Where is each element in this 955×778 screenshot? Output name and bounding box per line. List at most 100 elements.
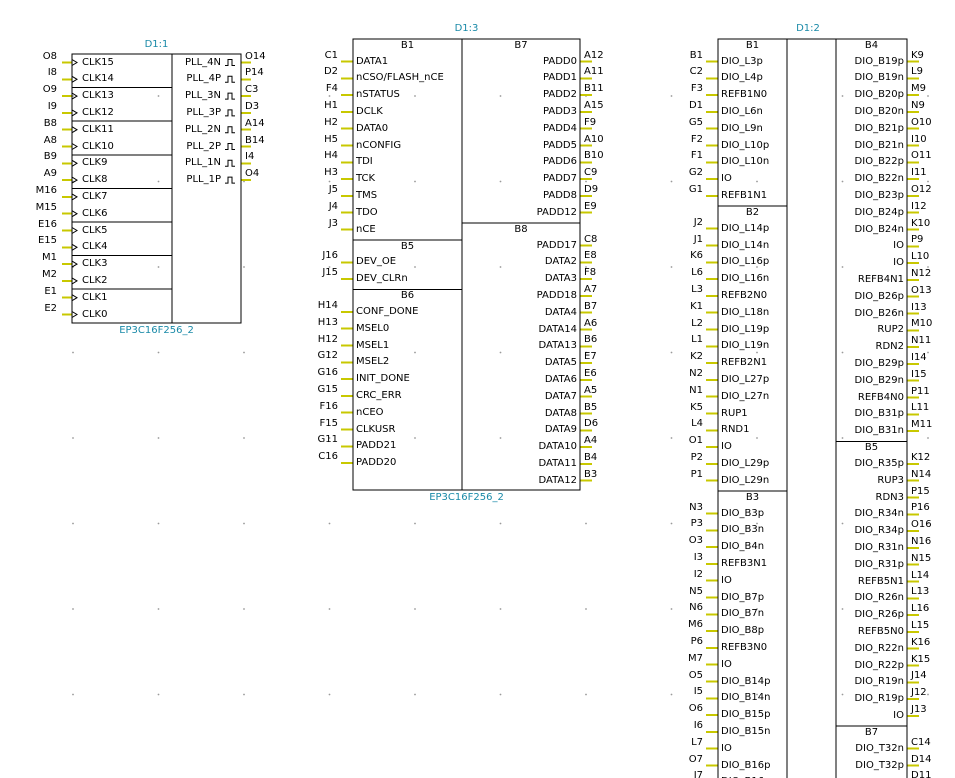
pin-name: DIO_B7n xyxy=(721,608,765,620)
pin-name: DIO_B21n xyxy=(854,139,904,151)
pin-name: DIO_L27p xyxy=(721,373,770,385)
clock-arrow-icon xyxy=(71,75,78,83)
grid-dot xyxy=(499,608,502,610)
pin-number: I10 xyxy=(911,133,927,145)
pin-name: DIO_B29n xyxy=(854,374,904,386)
clock-arrow-icon xyxy=(71,260,78,268)
pin-number: E2 xyxy=(44,302,57,314)
pin-name: DIO_L9n xyxy=(721,122,763,134)
pin-name: PLL_4N xyxy=(184,56,221,68)
pin-name: IO xyxy=(721,742,732,754)
pin-name: DATA10 xyxy=(538,441,578,453)
pin-name: DIO_L3p xyxy=(721,55,763,67)
pin-name: DIO_B26n xyxy=(854,307,904,319)
pin-number: L6 xyxy=(691,267,703,279)
pin-name: MSEL1 xyxy=(356,339,390,351)
grid-dot xyxy=(670,437,673,439)
pin-number: B3 xyxy=(584,468,598,480)
grid-dot xyxy=(72,608,74,610)
pin-name: DIO_L16n xyxy=(721,273,770,285)
pin-number: D6 xyxy=(584,418,599,430)
grid-dot xyxy=(243,693,245,696)
grid-dot xyxy=(499,437,502,439)
pin-name: DIO_B14n xyxy=(721,692,771,704)
grid-dot xyxy=(157,608,160,610)
pulse-icon xyxy=(225,126,235,134)
pin-number: E8 xyxy=(584,250,597,262)
pin-number: E1 xyxy=(44,285,57,297)
pin-name: DIO_B3n xyxy=(721,524,765,536)
pin-name: nCSO/FLASH_nCE xyxy=(356,72,444,84)
pulse-icon xyxy=(225,75,235,83)
pin-number: A15 xyxy=(584,99,604,111)
grid-dot xyxy=(841,608,844,610)
pin-name: DIO_B16p xyxy=(721,759,771,771)
grid-dot xyxy=(756,437,758,439)
pin-name: IO xyxy=(721,658,732,670)
pin-number: B1 xyxy=(689,49,703,61)
grid-dot xyxy=(927,95,929,97)
grid-dot xyxy=(841,266,844,268)
pin-name: DATA11 xyxy=(538,457,578,469)
grid-dot xyxy=(157,351,160,354)
pin-name: PADD17 xyxy=(536,239,577,251)
grid-dot xyxy=(72,522,74,525)
pin-number: I4 xyxy=(245,151,255,163)
pin-number: H3 xyxy=(324,167,338,179)
pin-number: J1 xyxy=(693,233,703,245)
pin-name: PADD6 xyxy=(543,156,577,168)
pin-number: N2 xyxy=(689,367,703,379)
pin-number: C9 xyxy=(584,167,598,179)
pin-number: A12 xyxy=(584,49,604,61)
pin-name: REFB2N1 xyxy=(721,357,768,369)
grid-dot xyxy=(157,693,160,696)
grid-dot xyxy=(157,266,160,268)
pin-number: K9 xyxy=(911,49,924,61)
grid-dot xyxy=(72,351,74,354)
schematic-canvas: D1:1 O8 CLK15 I8 CLK14 O9 CLK13 I9 CLK12 B8 CLK11 A… xyxy=(0,0,955,778)
pin-number: F1 xyxy=(690,150,703,162)
grid-dot xyxy=(414,180,416,183)
schematic-graphics xyxy=(62,38,929,778)
pin-number: C2 xyxy=(689,66,703,78)
clock-arrow-icon xyxy=(71,193,78,201)
grid-dot xyxy=(670,266,673,268)
grid-dot xyxy=(499,180,502,183)
pin-number: G1 xyxy=(688,183,703,195)
pin-number: I12 xyxy=(911,200,927,212)
pin-number: O12 xyxy=(911,183,932,195)
pin-number: C14 xyxy=(911,736,931,748)
pin-name: DIO_R19n xyxy=(854,676,904,688)
pin-number: L7 xyxy=(691,736,703,748)
grid-dot xyxy=(585,693,587,696)
pin-number: P15 xyxy=(911,485,930,497)
pin-number: L15 xyxy=(911,619,930,631)
pin-name: DIO_R31p xyxy=(854,558,904,570)
pin-name: DIO_B15p xyxy=(721,709,771,721)
pin-name: TDI xyxy=(356,156,373,168)
part-ref-label: D1:3 xyxy=(454,23,479,34)
pin-number: P16 xyxy=(911,502,930,514)
pin-name: PLL_2P xyxy=(186,140,221,152)
pin-number: G11 xyxy=(317,434,338,446)
pin-number: L9 xyxy=(911,66,923,78)
pin-number: O10 xyxy=(911,116,932,128)
pin-number: D14 xyxy=(911,753,932,765)
pin-name: DIO_B31p xyxy=(854,408,904,420)
pin-number: F4 xyxy=(325,83,338,95)
pin-number: H4 xyxy=(324,150,338,162)
pin-number: G2 xyxy=(688,167,703,179)
pin-number: M7 xyxy=(688,652,703,664)
pin-name: DATA1 xyxy=(356,55,389,67)
pin-name: DIO_T32p xyxy=(855,759,904,771)
pin-number: B4 xyxy=(584,451,598,463)
bank-label: B8 xyxy=(514,224,528,235)
pin-number: K1 xyxy=(690,300,703,312)
pin-number: B5 xyxy=(584,401,598,413)
pin-number: I6 xyxy=(693,719,703,731)
grid-dot xyxy=(243,437,245,439)
pin-number: L11 xyxy=(911,402,930,414)
clock-arrow-icon xyxy=(71,277,78,285)
pin-name: nCEO xyxy=(356,406,384,418)
pin-name: DIO_L18n xyxy=(721,306,770,318)
